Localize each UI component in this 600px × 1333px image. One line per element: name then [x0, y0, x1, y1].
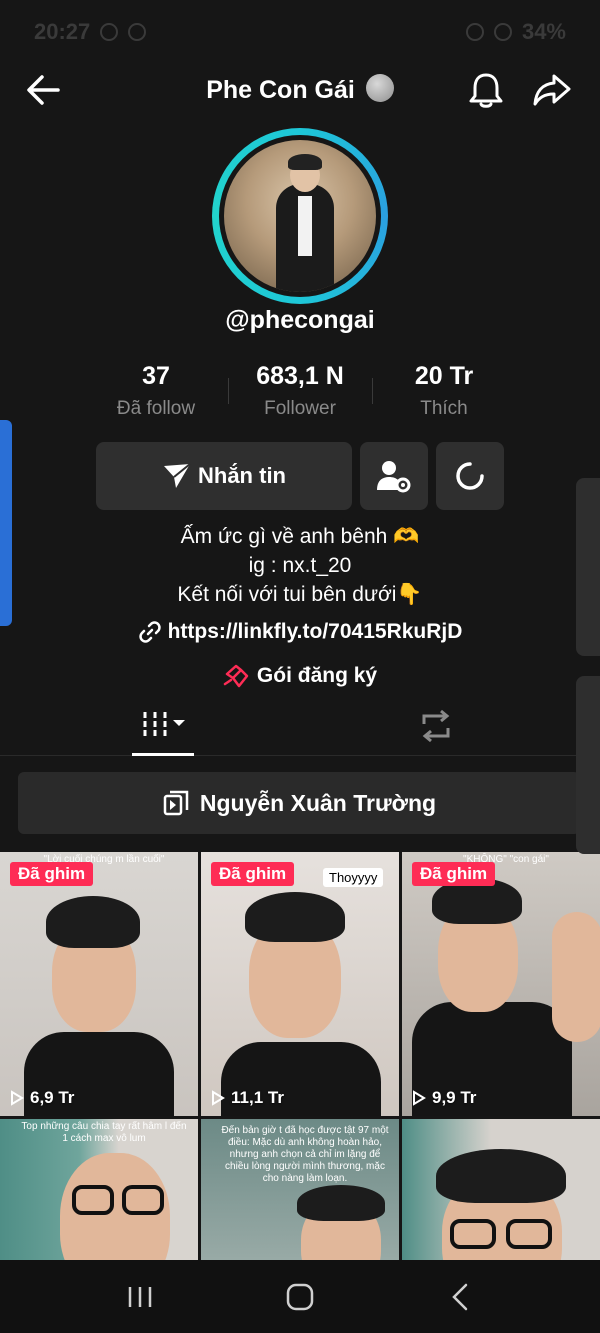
play-icon	[11, 1090, 24, 1106]
chevron-left-icon	[452, 1283, 468, 1310]
alarm-icon	[465, 23, 484, 41]
video-thumbnail[interactable]: "KHÔNG" "con gái" Đã ghim 9,9 Tr	[402, 852, 600, 1116]
stat-following-label: Đã follow	[116, 398, 196, 419]
video-caption: Top những câu chia tay rất hâm l đến 1 c…	[21, 1121, 187, 1144]
message-button[interactable]: Nhắn tin	[96, 442, 352, 510]
system-nav-bar	[0, 1260, 600, 1333]
stat-followers-label: Follower	[264, 398, 336, 419]
view-count: 9,9 Tr	[412, 1088, 476, 1108]
tab-reposts[interactable]	[416, 708, 460, 748]
stat-followers[interactable]: 683,1 N Follower	[228, 360, 372, 420]
play-icon	[413, 1090, 426, 1106]
edge-panel-handle-left[interactable]	[0, 420, 12, 626]
playlist-label: Nguyễn Xuân Trường	[199, 789, 437, 816]
video-grid: "Lời cuối chúng m lần cuối" Đã ghim 6,9 …	[0, 852, 600, 1260]
profile-link-text: https://linkfly.to/70415RkuRjD	[167, 620, 463, 643]
pinned-badge: Đã ghim	[10, 862, 94, 886]
stat-following[interactable]: 37 Đã follow	[84, 360, 228, 420]
video-thumbnail[interactable]: Đã ghim Thoyyyy 11,1 Tr	[201, 852, 399, 1116]
avatar-image	[224, 140, 376, 292]
wifi-icon	[493, 23, 512, 41]
message-button-label: Nhắn tin	[198, 463, 286, 488]
gift-icon	[223, 664, 249, 688]
system-back-button[interactable]	[438, 1275, 482, 1319]
status-bar: 20:27 34%	[0, 0, 600, 64]
moon-emoji-icon	[365, 74, 394, 102]
repost-icon	[422, 709, 450, 743]
stat-likes-value: 20 Tr	[414, 362, 474, 390]
view-count-value: 9,9 Tr	[432, 1088, 477, 1107]
notification-icon	[100, 23, 119, 41]
video-sticker: Thoyyyy	[323, 868, 384, 887]
subscription-link[interactable]: Gói đăng ký	[0, 664, 600, 688]
video-thumbnail[interactable]: Đến bản giờ t đã học được tật 97 một điề…	[201, 1119, 399, 1260]
avatar[interactable]	[212, 128, 388, 304]
bio-line: Kết nối với tui bên dưới👇	[177, 583, 423, 606]
view-count-value: 6,9 Tr	[30, 1088, 75, 1107]
share-button[interactable]	[532, 72, 572, 108]
bio-line: ig : nx.t_20	[248, 554, 352, 577]
recent-apps-icon	[128, 1286, 152, 1307]
profile-link[interactable]: https://linkfly.to/70415RkuRjD	[0, 620, 600, 644]
pinned-badge: Đã ghim	[412, 862, 496, 886]
pinned-badge: Đã ghim	[211, 862, 295, 886]
stat-followers-value: 683,1 N	[256, 362, 344, 390]
tab-videos[interactable]	[132, 708, 194, 756]
bell-icon	[469, 73, 503, 108]
bio-line: Ấm ức gì về anh bênh 🫶	[180, 525, 420, 548]
notification-bell-button[interactable]	[466, 70, 506, 110]
page-title-container: Phe Con Gái	[0, 74, 600, 105]
content-tabs	[0, 700, 600, 756]
send-icon	[164, 463, 191, 488]
subscription-label: Gói đăng ký	[256, 664, 378, 687]
suggested-accounts-button[interactable]	[436, 442, 504, 510]
add-friend-icon	[377, 461, 411, 493]
video-caption: Đến bản giờ t đã học được tật 97 một điề…	[221, 1125, 389, 1184]
stat-following-value: 37	[142, 362, 170, 390]
home-icon	[286, 1283, 314, 1310]
profile-header: Phe Con Gái	[0, 60, 600, 120]
profile-stats: 37 Đã follow 683,1 N Follower 20 Tr Thíc…	[84, 360, 516, 420]
edge-panel-handle-right[interactable]	[576, 676, 600, 854]
avatar-border	[219, 135, 381, 297]
view-count-value: 11,1 Tr	[231, 1088, 284, 1107]
share-icon	[533, 74, 571, 106]
app-icon	[128, 23, 147, 41]
add-friend-button[interactable]	[360, 442, 428, 510]
stat-likes[interactable]: 20 Tr Thích	[372, 360, 516, 420]
recent-apps-button[interactable]	[118, 1275, 162, 1319]
playlist-button[interactable]: Nguyễn Xuân Trường	[18, 772, 580, 834]
page-title: Phe Con Gái	[206, 76, 355, 104]
video-thumbnail[interactable]	[402, 1119, 600, 1260]
grid-icon	[143, 712, 185, 736]
playlist-icon	[163, 790, 189, 816]
refresh-icon	[456, 462, 484, 490]
stat-likes-label: Thích	[420, 398, 468, 419]
view-count: 6,9 Tr	[10, 1088, 74, 1108]
profile-username: @phecongai	[225, 306, 375, 334]
status-time: 20:27	[34, 19, 91, 44]
video-thumbnail[interactable]: Top những câu chia tay rất hâm l đến 1 c…	[0, 1119, 198, 1260]
edge-panel-handle-right[interactable]	[576, 478, 600, 656]
link-icon	[138, 621, 161, 643]
play-icon	[212, 1090, 225, 1106]
view-count: 11,1 Tr	[211, 1088, 284, 1108]
battery-level: 34%	[521, 19, 566, 44]
home-button[interactable]	[278, 1275, 322, 1319]
profile-bio: Ấm ức gì về anh bênh 🫶 ig : nx.t_20 Kết …	[0, 522, 600, 609]
video-thumbnail[interactable]: "Lời cuối chúng m lần cuối" Đã ghim 6,9 …	[0, 852, 198, 1116]
